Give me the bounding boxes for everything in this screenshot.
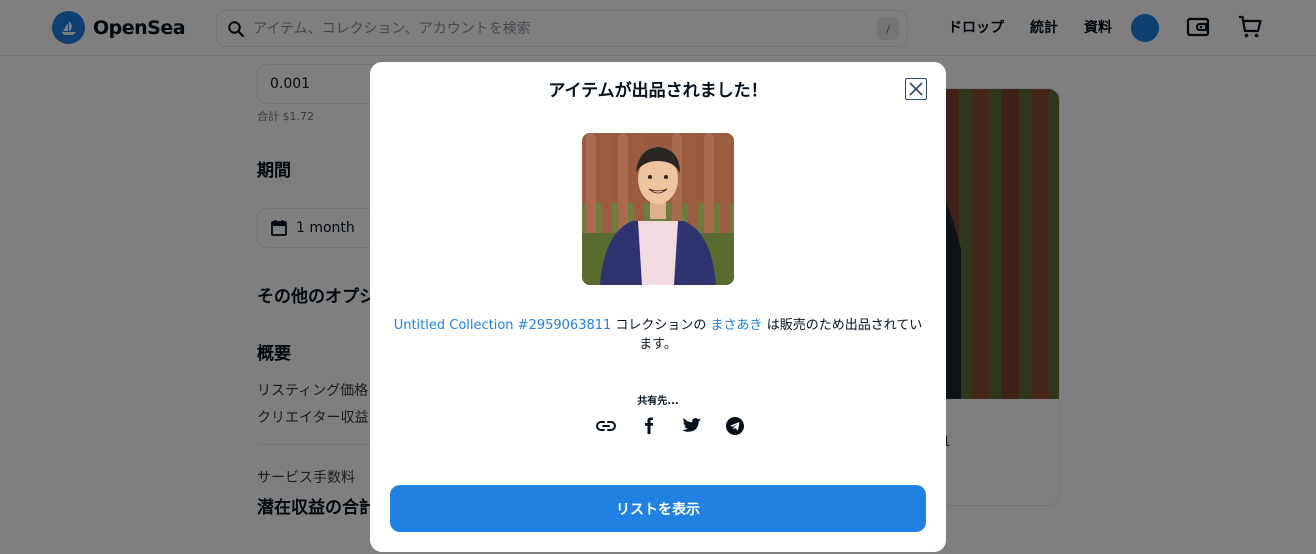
desc-text-mid: コレクションの — [611, 318, 711, 333]
nft-image — [582, 133, 734, 285]
close-icon — [909, 82, 923, 96]
item-link[interactable]: まさあき — [711, 318, 763, 333]
listing-description: Untitled Collection #2959063811 コレクションの … — [388, 316, 928, 354]
modal-title: アイテムが出品されました！ — [548, 81, 768, 101]
share-label: 共有先... — [637, 396, 679, 407]
share-icons-row — [584, 416, 756, 436]
listing-success-modal: アイテムが出品されました！ Untitled Collection #29590… — [370, 62, 946, 552]
collection-link[interactable]: Untitled Collection #2959063811 — [394, 318, 612, 333]
view-listing-button[interactable]: リストを表示 — [390, 485, 926, 532]
link-icon[interactable] — [584, 416, 627, 436]
twitter-icon[interactable] — [670, 416, 713, 436]
telegram-icon[interactable] — [713, 416, 756, 436]
close-button[interactable] — [905, 78, 927, 100]
facebook-icon[interactable] — [627, 416, 670, 436]
